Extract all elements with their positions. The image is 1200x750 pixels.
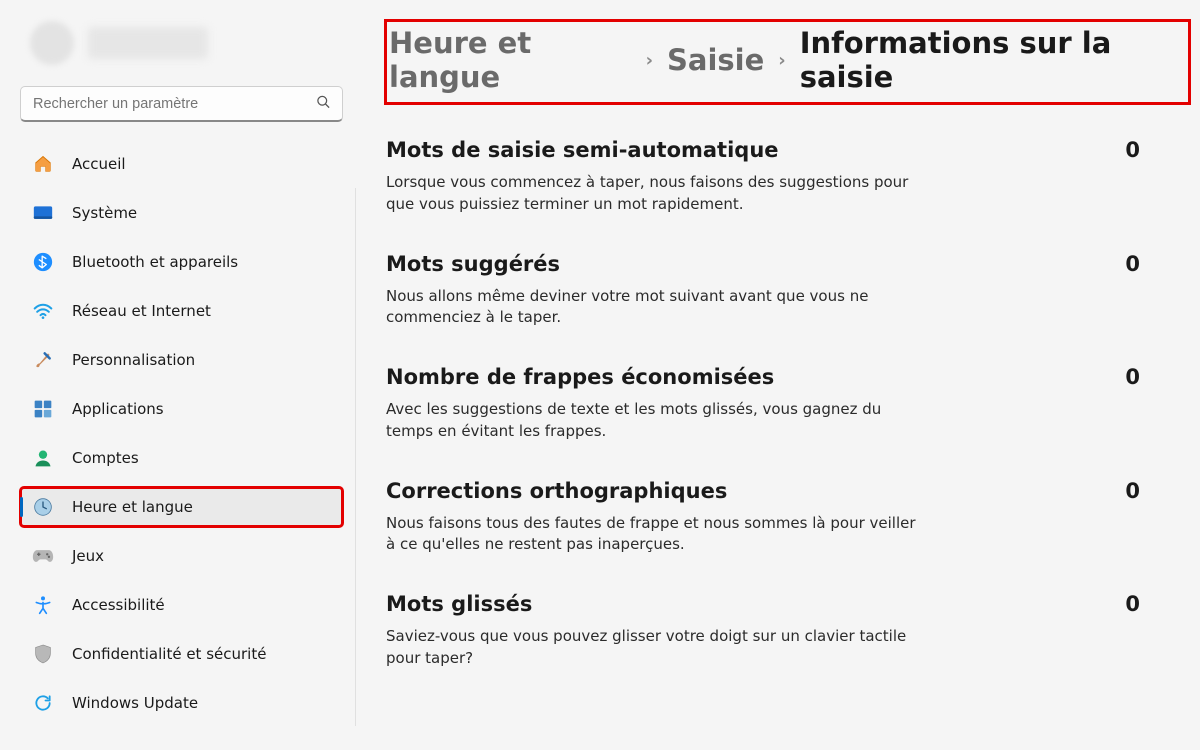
sidebar: Accueil Système Bluetooth et appareils R… <box>0 0 355 750</box>
time-language-icon <box>32 496 54 518</box>
section-value: 0 <box>1125 479 1146 503</box>
sidebar-item-label: Accueil <box>72 155 126 173</box>
section-value: 0 <box>1125 252 1146 276</box>
search-wrap <box>20 86 343 122</box>
bluetooth-icon <box>32 251 54 273</box>
account-icon <box>32 447 54 469</box>
section-title: Mots suggérés <box>386 252 560 276</box>
stat-section: Mots glissés 0 Saviez-vous que vous pouv… <box>386 592 1146 670</box>
section-title: Corrections orthographiques <box>386 479 727 503</box>
chevron-right-icon: › <box>646 50 653 71</box>
sidebar-item-label: Réseau et Internet <box>72 302 211 320</box>
section-desc: Lorsque vous commencez à taper, nous fai… <box>386 172 926 216</box>
sidebar-item-applications[interactable]: Applications <box>20 389 343 429</box>
sidebar-item-jeux[interactable]: Jeux <box>20 536 343 576</box>
section-title: Mots de saisie semi-automatique <box>386 138 779 162</box>
breadcrumb-level-2[interactable]: Saisie <box>667 43 764 77</box>
system-icon <box>32 202 54 224</box>
nav: Accueil Système Bluetooth et appareils R… <box>20 144 343 730</box>
sidebar-item-label: Confidentialité et sécurité <box>72 645 266 663</box>
stat-section: Mots de saisie semi-automatique 0 Lorsqu… <box>386 138 1146 216</box>
section-desc: Nous faisons tous des fautes de frappe e… <box>386 513 926 557</box>
section-desc: Saviez-vous que vous pouvez glisser votr… <box>386 626 926 670</box>
sidebar-item-label: Heure et langue <box>72 498 193 516</box>
brush-icon <box>32 349 54 371</box>
accessibility-icon <box>32 594 54 616</box>
sidebar-item-personnalisation[interactable]: Personnalisation <box>20 340 343 380</box>
section-title: Mots glissés <box>386 592 532 616</box>
sidebar-item-confidentialite[interactable]: Confidentialité et sécurité <box>20 634 343 674</box>
shield-icon <box>32 643 54 665</box>
apps-icon <box>32 398 54 420</box>
section-value: 0 <box>1125 138 1146 162</box>
section-value: 0 <box>1125 365 1146 389</box>
sidebar-item-windows-update[interactable]: Windows Update <box>20 683 343 723</box>
profile-area <box>20 20 343 66</box>
breadcrumb-current: Informations sur la saisie <box>800 26 1182 94</box>
sidebar-item-comptes[interactable]: Comptes <box>20 438 343 478</box>
breadcrumb: Heure et langue › Saisie › Informations … <box>385 20 1190 104</box>
sidebar-item-label: Accessibilité <box>72 596 165 614</box>
search-input[interactable] <box>20 86 343 122</box>
stat-section: Nombre de frappes économisées 0 Avec les… <box>386 365 1146 443</box>
breadcrumb-level-1[interactable]: Heure et langue <box>389 26 632 94</box>
section-value: 0 <box>1125 592 1146 616</box>
section-desc: Nous allons même deviner votre mot suiva… <box>386 286 926 330</box>
stat-section: Corrections orthographiques 0 Nous faiso… <box>386 479 1146 557</box>
sidebar-item-bluetooth[interactable]: Bluetooth et appareils <box>20 242 343 282</box>
home-icon <box>32 153 54 175</box>
sidebar-item-label: Applications <box>72 400 164 418</box>
search-icon <box>316 95 331 114</box>
gaming-icon <box>32 545 54 567</box>
sidebar-item-accessibilite[interactable]: Accessibilité <box>20 585 343 625</box>
main-content: Mots de saisie semi-automatique 0 Lorsqu… <box>355 188 1200 726</box>
sidebar-item-reseau[interactable]: Réseau et Internet <box>20 291 343 331</box>
sidebar-item-label: Windows Update <box>72 694 198 712</box>
section-title: Nombre de frappes économisées <box>386 365 774 389</box>
avatar <box>30 21 74 65</box>
chevron-right-icon: › <box>778 50 785 71</box>
update-icon <box>32 692 54 714</box>
sidebar-item-label: Personnalisation <box>72 351 195 369</box>
wifi-icon <box>32 300 54 322</box>
stat-section: Mots suggérés 0 Nous allons même deviner… <box>386 252 1146 330</box>
sidebar-item-label: Bluetooth et appareils <box>72 253 238 271</box>
sidebar-item-heure-langue[interactable]: Heure et langue <box>20 487 343 527</box>
sidebar-item-label: Comptes <box>72 449 139 467</box>
section-desc: Avec les suggestions de texte et les mot… <box>386 399 926 443</box>
sidebar-item-label: Système <box>72 204 137 222</box>
sidebar-item-accueil[interactable]: Accueil <box>20 144 343 184</box>
profile-name-blur <box>88 27 208 59</box>
sidebar-item-systeme[interactable]: Système <box>20 193 343 233</box>
sidebar-item-label: Jeux <box>72 547 104 565</box>
